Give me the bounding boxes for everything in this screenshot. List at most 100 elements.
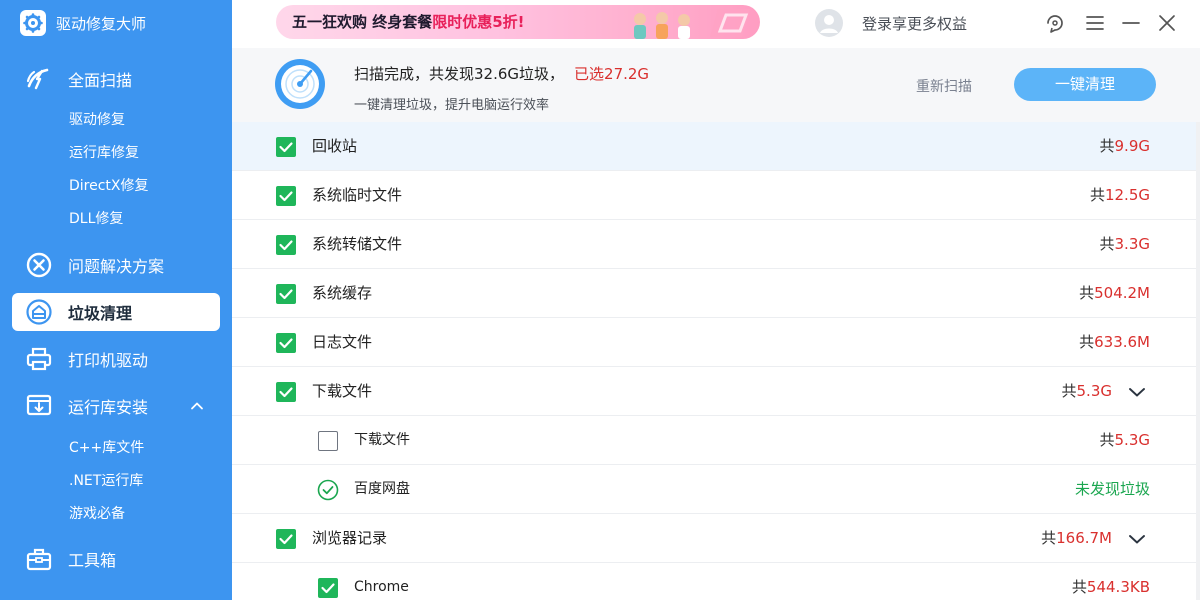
- size-value: 504.2M: [1094, 284, 1150, 302]
- list-item-size: 共5.3G: [1062, 367, 1113, 416]
- list-item[interactable]: 浏览器记录 共166.7M: [232, 514, 1196, 563]
- sidebar-item-full-scan[interactable]: 全面扫描: [12, 60, 220, 98]
- size-value: 633.6M: [1094, 333, 1150, 351]
- lightning-wrench-icon: [24, 64, 54, 94]
- list-item[interactable]: 日志文件 共633.6M: [232, 318, 1196, 367]
- list-item-label: 浏览器记录: [312, 529, 388, 547]
- sidebar: 驱动修复大师 全面扫描 驱动修复 运行库修复 DirectX修复 DLL修复 问…: [0, 0, 232, 600]
- list-item[interactable]: 下载文件 共5.3G: [232, 367, 1196, 416]
- size-value: 5.3G: [1076, 382, 1112, 400]
- size-value: 5.3G: [1114, 431, 1150, 449]
- list-item-size: 共9.9G: [1100, 122, 1151, 171]
- sidebar-subitem-cpp-libs[interactable]: C++库文件: [69, 437, 144, 459]
- size-value: 544.3KB: [1086, 578, 1150, 596]
- selected-size: 已选27.2G: [574, 65, 650, 83]
- sidebar-item-runtime-install[interactable]: 运行库安装: [12, 387, 220, 425]
- sidebar-subitem-game-essentials[interactable]: 游戏必备: [69, 503, 125, 525]
- radar-scan-icon: [275, 59, 325, 109]
- promo-banner[interactable]: 五一狂欢购 终身套餐限时优惠5折!: [276, 5, 760, 39]
- list-item-label: Chrome: [354, 579, 409, 595]
- size-prefix: 共: [1089, 186, 1105, 204]
- sidebar-item-solutions[interactable]: 问题解决方案: [12, 246, 220, 284]
- list-item-size: 共166.7M: [1041, 514, 1112, 563]
- list-item-label: 回收站: [312, 137, 358, 155]
- list-item-label: 日志文件: [312, 333, 373, 351]
- checkbox-checked-icon[interactable]: [276, 333, 296, 353]
- avatar-icon: [812, 8, 846, 38]
- app-window: 驱动修复大师 全面扫描 驱动修复 运行库修复 DirectX修复 DLL修复 问…: [0, 0, 1200, 600]
- list-subitem[interactable]: 下载文件 共5.3G: [232, 416, 1196, 465]
- sidebar-subitem-dll-repair[interactable]: DLL修复: [69, 208, 123, 230]
- promo-text: 五一狂欢购 终身套餐: [292, 13, 433, 31]
- broom-icon: [24, 297, 54, 327]
- size-value: 3.3G: [1114, 235, 1150, 253]
- chevron-down-icon[interactable]: [1126, 529, 1148, 549]
- sidebar-subitem-directx-repair[interactable]: DirectX修复: [69, 175, 149, 197]
- sidebar-item-label: 工具箱: [68, 551, 117, 570]
- toolbox-icon: [24, 544, 54, 574]
- list-item[interactable]: 系统转储文件 共3.3G: [232, 220, 1196, 269]
- size-prefix: 共: [1079, 284, 1095, 302]
- list-subitem[interactable]: Chrome 共544.3KB: [232, 563, 1196, 600]
- close-icon[interactable]: [1154, 10, 1180, 36]
- checkbox-unchecked-icon[interactable]: [318, 431, 338, 451]
- close-circle-icon: [24, 250, 54, 280]
- size-value: 9.9G: [1114, 137, 1150, 155]
- size-prefix: 共: [1099, 137, 1115, 155]
- rescan-button[interactable]: 重新扫描: [916, 76, 972, 96]
- sidebar-item-junk-clean[interactable]: 垃圾清理: [12, 293, 220, 331]
- list-item[interactable]: 系统缓存 共504.2M: [232, 269, 1196, 318]
- promo-banner-text: 五一狂欢购 终身套餐限时优惠5折!: [292, 5, 525, 39]
- scan-result-title: 扫描完成，共发现32.6G垃圾， 已选27.2G: [354, 63, 649, 84]
- checkbox-checked-icon[interactable]: [276, 284, 296, 304]
- list-item-size: 共633.6M: [1079, 318, 1150, 367]
- sidebar-subitem-driver-repair[interactable]: 驱动修复: [69, 109, 125, 131]
- sidebar-item-label: 打印机驱动: [68, 351, 149, 370]
- login-link[interactable]: 登录享更多权益: [862, 13, 967, 34]
- sidebar-subitem-dotnet-runtime[interactable]: .NET运行库: [69, 470, 143, 492]
- list-subitem: 百度网盘 未发现垃圾: [232, 465, 1196, 514]
- one-click-clean-button[interactable]: 一键清理: [1014, 68, 1156, 101]
- scan-found-text: 扫描完成，共发现32.6G垃圾，: [354, 65, 565, 83]
- checkbox-checked-icon[interactable]: [276, 529, 296, 549]
- checkbox-checked-icon[interactable]: [276, 382, 296, 402]
- promo-highlight: 限时优惠5折!: [432, 13, 525, 31]
- promo-decoration-icon: [634, 9, 750, 39]
- checkbox-checked-icon[interactable]: [318, 578, 338, 598]
- sidebar-item-toolbox[interactable]: 工具箱: [12, 540, 220, 578]
- list-item-label: 百度网盘: [354, 481, 410, 497]
- sidebar-item-label: 全面扫描: [68, 71, 133, 90]
- size-prefix: 共: [1061, 382, 1077, 400]
- menu-icon[interactable]: [1082, 10, 1108, 36]
- app-title: 驱动修复大师: [56, 14, 147, 33]
- scan-summary: 扫描完成，共发现32.6G垃圾， 已选27.2G 一键清理垃圾，提升电脑运行效率 …: [232, 48, 1200, 122]
- checkbox-checked-icon[interactable]: [276, 186, 296, 206]
- checkbox-checked-icon[interactable]: [276, 235, 296, 255]
- gear-logo-icon: [20, 10, 46, 36]
- list-scrollbar[interactable]: [1196, 122, 1200, 600]
- login-area[interactable]: 登录享更多权益: [812, 8, 967, 38]
- size-prefix: 共: [1099, 431, 1115, 449]
- size-prefix: 共: [1079, 333, 1095, 351]
- list-item[interactable]: 回收站 共9.9G: [232, 122, 1196, 171]
- sidebar-subitem-runtime-repair[interactable]: 运行库修复: [69, 142, 139, 164]
- no-junk-status: 未发现垃圾: [1074, 480, 1150, 498]
- chevron-up-icon[interactable]: [188, 397, 206, 415]
- list-item-label: 系统转储文件: [312, 235, 403, 253]
- size-prefix: 共: [1041, 529, 1057, 547]
- size-value: 166.7M: [1056, 529, 1112, 547]
- list-item-size: 共12.5G: [1090, 171, 1150, 220]
- size-value: 12.5G: [1104, 186, 1150, 204]
- minimize-icon[interactable]: [1118, 10, 1144, 36]
- list-item-label: 系统临时文件: [312, 186, 403, 204]
- list-item-size: 共3.3G: [1100, 220, 1151, 269]
- checkbox-checked-icon[interactable]: [276, 137, 296, 157]
- list-item-size: 共5.3G: [1100, 416, 1151, 465]
- list-item[interactable]: 系统临时文件 共12.5G: [232, 171, 1196, 220]
- sidebar-item-printer-driver[interactable]: 打印机驱动: [12, 340, 220, 378]
- feedback-icon[interactable]: [1042, 10, 1068, 36]
- title-bar: 五一狂欢购 终身套餐限时优惠5折! 登录享更多权益: [232, 0, 1200, 48]
- chevron-down-icon[interactable]: [1126, 382, 1148, 402]
- junk-list: 回收站 共9.9G 系统临时文件 共12.5G 系统转储文件 共3.3G 系统缓…: [232, 122, 1196, 600]
- size-prefix: 共: [1071, 578, 1087, 596]
